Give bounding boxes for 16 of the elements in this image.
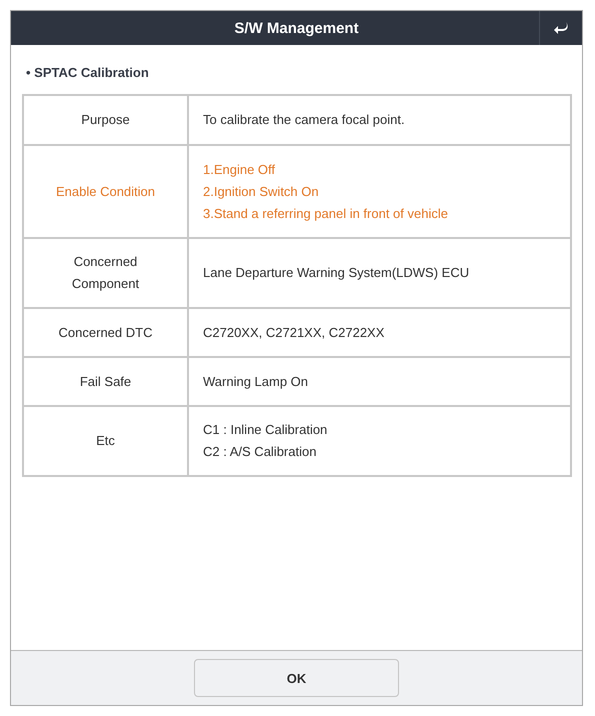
section-title: • SPTAC Calibration [26, 65, 150, 80]
table-cell-text: C1 : Inline Calibration C2 : A/S Calibration [202, 421, 328, 461]
return-arrow-icon [553, 21, 569, 35]
table-cell: Purpose [24, 96, 189, 144]
window-title: S/W Management [234, 20, 359, 36]
ok-button[interactable]: OK [194, 659, 399, 697]
table-cell: Concerned DTC [24, 309, 189, 356]
table-cell: Enable Condition [24, 146, 189, 237]
table-cell-text: C2720XX, C2721XX, C2722XX [202, 324, 386, 342]
table-cell-text: Warning Lamp On [202, 372, 310, 391]
table-cell: Concerned Component [24, 239, 189, 307]
table-cell-text: To calibrate the camera focal point. [202, 111, 406, 129]
table-cell: Fail Safe [24, 358, 189, 405]
table-cell: Etc [24, 407, 189, 475]
table-cell-text: 1.Engine Off 2.Ignition Switch On 3.Stand a referring panel in front of vehicle [202, 160, 449, 223]
table-cell-text: Lane Departure Warning System(LDWS) ECU [202, 264, 470, 282]
